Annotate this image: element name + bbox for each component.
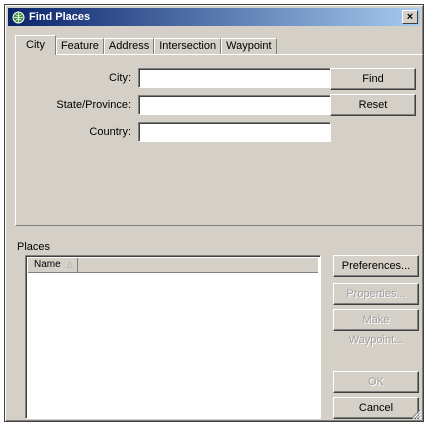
close-button[interactable]: × (402, 10, 418, 24)
cancel-button[interactable]: Cancel (333, 397, 419, 419)
column-header-name[interactable]: Name △ (28, 258, 78, 272)
preferences-button[interactable]: Preferences... (333, 255, 419, 277)
city-label: City: (109, 72, 131, 84)
reset-button[interactable]: Reset (330, 94, 416, 116)
ok-button[interactable]: OK (333, 371, 419, 393)
country-label: Country: (89, 126, 131, 138)
make-waypoint-button[interactable]: Make Waypoint... (333, 309, 419, 346)
column-name-label: Name (34, 259, 61, 270)
resize-grip-icon[interactable] (411, 409, 422, 420)
city-field[interactable] (138, 68, 331, 88)
tab-feature[interactable]: Feature (55, 38, 104, 55)
tab-strip: City Feature Address Intersection Waypoi… (15, 35, 277, 55)
globe-icon (11, 10, 25, 24)
window-title: Find Places (29, 11, 91, 23)
country-field[interactable] (138, 122, 331, 142)
tab-city[interactable]: City (15, 35, 56, 55)
find-places-dialog: Find Places × City Feature Address Inter… (4, 4, 424, 422)
properties-button[interactable]: Properties... (333, 283, 419, 305)
tab-intersection[interactable]: Intersection (154, 38, 222, 55)
list-header: Name △ (28, 258, 318, 273)
title-bar[interactable]: Find Places × (8, 8, 420, 26)
places-label: Places (17, 241, 51, 253)
state-province-field[interactable] (138, 95, 331, 115)
city-tab-panel: City: State/Province: Country: Find Rese… (15, 54, 423, 226)
places-list[interactable]: Name △ (25, 255, 321, 419)
close-icon: × (406, 11, 414, 23)
sort-ascending-icon: △ (66, 260, 73, 269)
state-province-label: State/Province: (56, 99, 131, 111)
find-button[interactable]: Find (330, 68, 416, 90)
tab-address[interactable]: Address (103, 38, 155, 55)
tab-waypoint[interactable]: Waypoint (221, 38, 277, 55)
